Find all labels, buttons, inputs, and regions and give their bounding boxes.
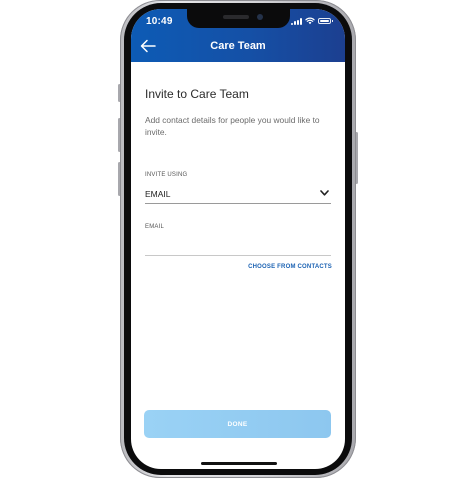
front-camera xyxy=(257,14,263,20)
invite-using-select[interactable]: EMAIL xyxy=(145,186,331,204)
status-icons xyxy=(291,17,333,25)
wifi-icon xyxy=(305,17,315,25)
chevron-down-icon xyxy=(320,190,329,196)
camera-notch xyxy=(187,9,290,28)
invite-using-label: INVITE USING xyxy=(145,172,188,178)
device-stage: 10:49 Care Team Invite to Care Team Add … xyxy=(0,0,475,481)
battery-level xyxy=(320,20,329,22)
form-heading: Invite to Care Team xyxy=(145,87,249,101)
done-button[interactable]: DONE xyxy=(144,410,331,438)
email-field[interactable] xyxy=(145,234,331,256)
app-header: 10:49 Care Team xyxy=(131,9,345,62)
status-time: 10:49 xyxy=(146,16,173,27)
battery-icon xyxy=(318,18,333,24)
email-label: EMAIL xyxy=(145,224,165,230)
form-description: Add contact details for people you would… xyxy=(145,115,320,137)
speaker-grille xyxy=(223,15,249,19)
cellular-signal-icon xyxy=(291,17,302,25)
phone-screen: 10:49 Care Team Invite to Care Team Add … xyxy=(131,9,345,469)
choose-from-contacts-link[interactable]: CHOOSE FROM CONTACTS xyxy=(248,264,332,270)
invite-using-value: EMAIL xyxy=(145,189,171,199)
page-title: Care Team xyxy=(210,40,266,52)
home-indicator xyxy=(201,462,277,465)
